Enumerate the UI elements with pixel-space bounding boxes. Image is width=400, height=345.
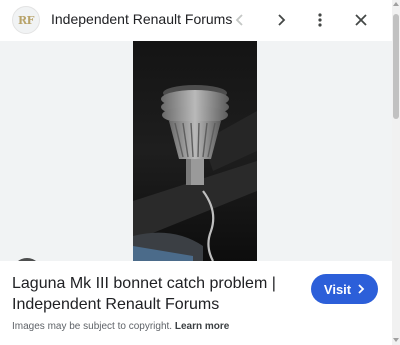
result-header: RF Independent Renault Forums: [0, 0, 392, 40]
more-options-button[interactable]: [308, 8, 332, 32]
chevron-right-icon: [278, 14, 286, 26]
scroll-thumb[interactable]: [393, 14, 399, 119]
chevron-left-icon: [235, 14, 243, 26]
more-vert-icon: [318, 13, 322, 27]
visit-button[interactable]: Visit: [311, 274, 378, 304]
next-button[interactable]: [269, 8, 293, 32]
result-image[interactable]: [133, 41, 257, 261]
copyright-text: Images may be subject to copyright.: [12, 321, 173, 332]
close-icon: [355, 14, 367, 26]
close-button[interactable]: [349, 8, 373, 32]
scroll-up-arrow-icon[interactable]: [393, 2, 399, 6]
visit-label: Visit: [323, 281, 352, 297]
previous-button[interactable]: [228, 8, 252, 32]
scroll-down-arrow-icon[interactable]: [393, 338, 399, 342]
scrollbar[interactable]: [392, 0, 400, 345]
copyright-notice: Images may be subject to copyright. Lear…: [12, 321, 229, 332]
google-lens-button[interactable]: [12, 258, 42, 261]
site-logo-text: RF: [18, 13, 34, 27]
site-name[interactable]: Independent Renault Forums: [51, 11, 232, 27]
result-title-link[interactable]: Laguna Mk III bonnet catch problem | Ind…: [12, 273, 282, 315]
chevron-right-icon: [358, 284, 365, 294]
image-preview-area: [0, 41, 392, 261]
learn-more-link[interactable]: Learn more: [175, 321, 229, 332]
site-logo[interactable]: RF: [12, 6, 40, 34]
